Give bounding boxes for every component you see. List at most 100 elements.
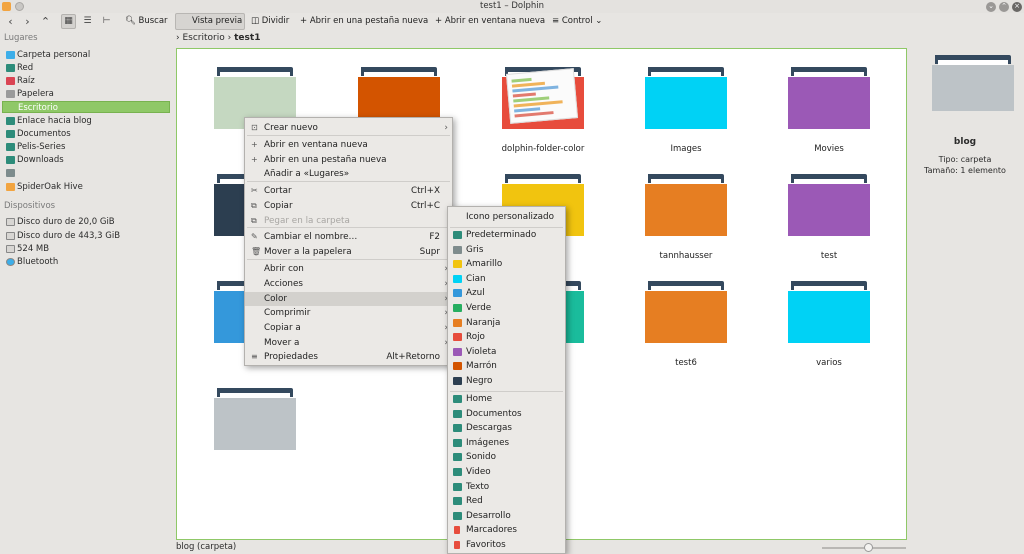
- color-option[interactable]: Negro: [448, 374, 565, 389]
- sidebar-item[interactable]: Carpeta personal: [2, 49, 170, 61]
- folder-type-option[interactable]: Texto: [448, 480, 565, 495]
- zoom-slider[interactable]: [822, 543, 906, 552]
- maximize-icon[interactable]: ⌃: [999, 2, 1009, 12]
- folder-type-option[interactable]: Marcadores: [448, 523, 565, 538]
- menu-item[interactable]: + Abrir en una pestaña nueva: [245, 153, 452, 167]
- split-button[interactable]: ◫ Dividir: [251, 13, 289, 30]
- menu-item[interactable]: Comprimir›: [245, 306, 452, 320]
- sidebar-item[interactable]: Downloads: [2, 154, 170, 166]
- color-option[interactable]: Cian: [448, 272, 565, 287]
- folder-type-option[interactable]: Video: [448, 465, 565, 480]
- control-button[interactable]: ≡ Control ⌄: [552, 13, 602, 30]
- menu-item-label: Mover a la papelera: [264, 247, 352, 257]
- sidebar-item[interactable]: [2, 167, 170, 179]
- menu-item[interactable]: Añadir a «Lugares»: [245, 167, 452, 181]
- sidebar-item[interactable]: Raíz: [2, 75, 170, 87]
- hard-drive-icon: [6, 218, 15, 226]
- copy-icon: ⧉: [251, 201, 257, 210]
- sidebar-item[interactable]: Enlace hacia blog: [2, 115, 170, 127]
- preview-folder-icon: [932, 55, 1014, 113]
- sidebar-item-label: Enlace hacia blog: [17, 116, 92, 126]
- color-option[interactable]: Gris: [448, 243, 565, 258]
- icons-view-icon[interactable]: ▦: [61, 14, 76, 29]
- back-icon[interactable]: ‹: [3, 14, 18, 29]
- folder-icon[interactable]: [788, 67, 870, 129]
- sidebar-device-item[interactable]: Bluetooth: [2, 256, 170, 268]
- folder-type-option[interactable]: Descargas: [448, 421, 565, 436]
- menu-item-label: Abrir en una pestaña nueva: [264, 155, 387, 165]
- color-option[interactable]: Marrón: [448, 359, 565, 374]
- sidebar-item[interactable]: Papelera: [2, 88, 170, 100]
- folder-icon[interactable]: [788, 281, 870, 343]
- folder-icon: [6, 143, 15, 151]
- zoom-slider-handle[interactable]: [864, 543, 873, 552]
- menu-item[interactable]: + Abrir en ventana nueva: [245, 138, 452, 152]
- tree-view-icon[interactable]: ⊢: [99, 14, 114, 29]
- menu-item[interactable]: ⊡ Crear nuevo ›: [245, 121, 452, 135]
- folder-type-option[interactable]: Red: [448, 494, 565, 509]
- folder-type-option[interactable]: Imágenes: [448, 436, 565, 451]
- breadcrumb-current[interactable]: test1: [234, 33, 260, 43]
- breadcrumb: › Escritorio › test1: [176, 31, 260, 46]
- forward-icon[interactable]: ›: [20, 14, 35, 29]
- custom-icon-item[interactable]: Icono personalizado: [448, 210, 565, 225]
- menu-item-label: Pegar en la carpeta: [264, 216, 350, 226]
- open-tab-button[interactable]: + Abrir en una pestaña nueva: [300, 13, 428, 30]
- shortcut-label: Supr: [419, 247, 440, 257]
- sidebar-device-label: Bluetooth: [17, 257, 59, 267]
- folder-type-option[interactable]: Favoritos: [448, 538, 565, 553]
- folder-icon: [453, 395, 462, 403]
- color-option[interactable]: Verde: [448, 301, 565, 316]
- window-icon: +: [251, 140, 258, 149]
- breadcrumb-parent[interactable]: Escritorio: [182, 33, 224, 43]
- search-button[interactable]: 🔍︎ Buscar: [125, 13, 168, 30]
- menu-item[interactable]: 🗑︎ Mover a la papelera Supr: [245, 245, 452, 259]
- open-window-button[interactable]: + Abrir en ventana nueva: [435, 13, 545, 30]
- sidebar-item[interactable]: Escritorio: [2, 101, 170, 113]
- search-icon: 🔍︎: [125, 16, 136, 26]
- folder-type-option[interactable]: Sonido: [448, 450, 565, 465]
- color-option[interactable]: Rojo: [448, 330, 565, 345]
- folder-type-option[interactable]: Documentos: [448, 407, 565, 422]
- menu-item[interactable]: Acciones›: [245, 277, 452, 291]
- sidebar-device-item[interactable]: Disco duro de 20,0 GiB: [2, 216, 170, 228]
- color-option[interactable]: Amarillo: [448, 257, 565, 272]
- sidebar-device-item[interactable]: 524 MB: [2, 243, 170, 255]
- folder-icon[interactable]: [502, 67, 584, 129]
- sidebar-device-label: Disco duro de 443,3 GiB: [17, 231, 121, 241]
- sidebar-item[interactable]: SpiderOak Hive: [2, 181, 170, 193]
- folder-icon[interactable]: [645, 281, 727, 343]
- folder-icon[interactable]: [214, 388, 296, 450]
- info-name: blog: [953, 137, 977, 147]
- menu-item[interactable]: Abrir con›: [245, 262, 452, 276]
- folder-type-option[interactable]: Home: [448, 392, 565, 407]
- sidebar-device-item[interactable]: Disco duro de 443,3 GiB: [2, 230, 170, 242]
- menu-item[interactable]: Mover a›: [245, 336, 452, 350]
- sidebar-item[interactable]: Pelis-Series: [2, 141, 170, 153]
- color-option[interactable]: Naranja: [448, 316, 565, 331]
- close-icon[interactable]: ×: [1012, 2, 1022, 12]
- breadcrumb-separator-icon: ›: [176, 33, 180, 43]
- minimize-icon[interactable]: ⌄: [986, 2, 996, 12]
- folder-type-option[interactable]: Desarrollo: [448, 509, 565, 524]
- color-option[interactable]: Predeterminado: [448, 228, 565, 243]
- color-option[interactable]: Azul: [448, 286, 565, 301]
- details-view-icon[interactable]: ☰: [80, 14, 95, 29]
- folder-icon[interactable]: [645, 67, 727, 129]
- file-name-label: varios: [816, 358, 842, 368]
- menu-item[interactable]: ≡ Propiedades Alt+Retorno: [245, 350, 452, 364]
- preview-button[interactable]: Vista previa: [175, 13, 245, 30]
- up-icon[interactable]: ⌃: [38, 14, 53, 29]
- menu-item[interactable]: Color›: [245, 292, 452, 306]
- sidebar-item[interactable]: Documentos: [2, 128, 170, 140]
- folder-icon[interactable]: [788, 174, 870, 236]
- menu-item-label: Copiar: [264, 201, 293, 211]
- menu-item[interactable]: ⧉ Copiar Ctrl+C: [245, 199, 452, 213]
- menu-item[interactable]: Copiar a›: [245, 321, 452, 335]
- menu-item-label: Favoritos: [466, 540, 506, 550]
- color-option[interactable]: Violeta: [448, 345, 565, 360]
- folder-icon[interactable]: [645, 174, 727, 236]
- sidebar-item[interactable]: Red: [2, 62, 170, 74]
- menu-item[interactable]: ✂ Cortar Ctrl+X: [245, 184, 452, 198]
- menu-item[interactable]: ✎ Cambiar el nombre… F2: [245, 230, 452, 244]
